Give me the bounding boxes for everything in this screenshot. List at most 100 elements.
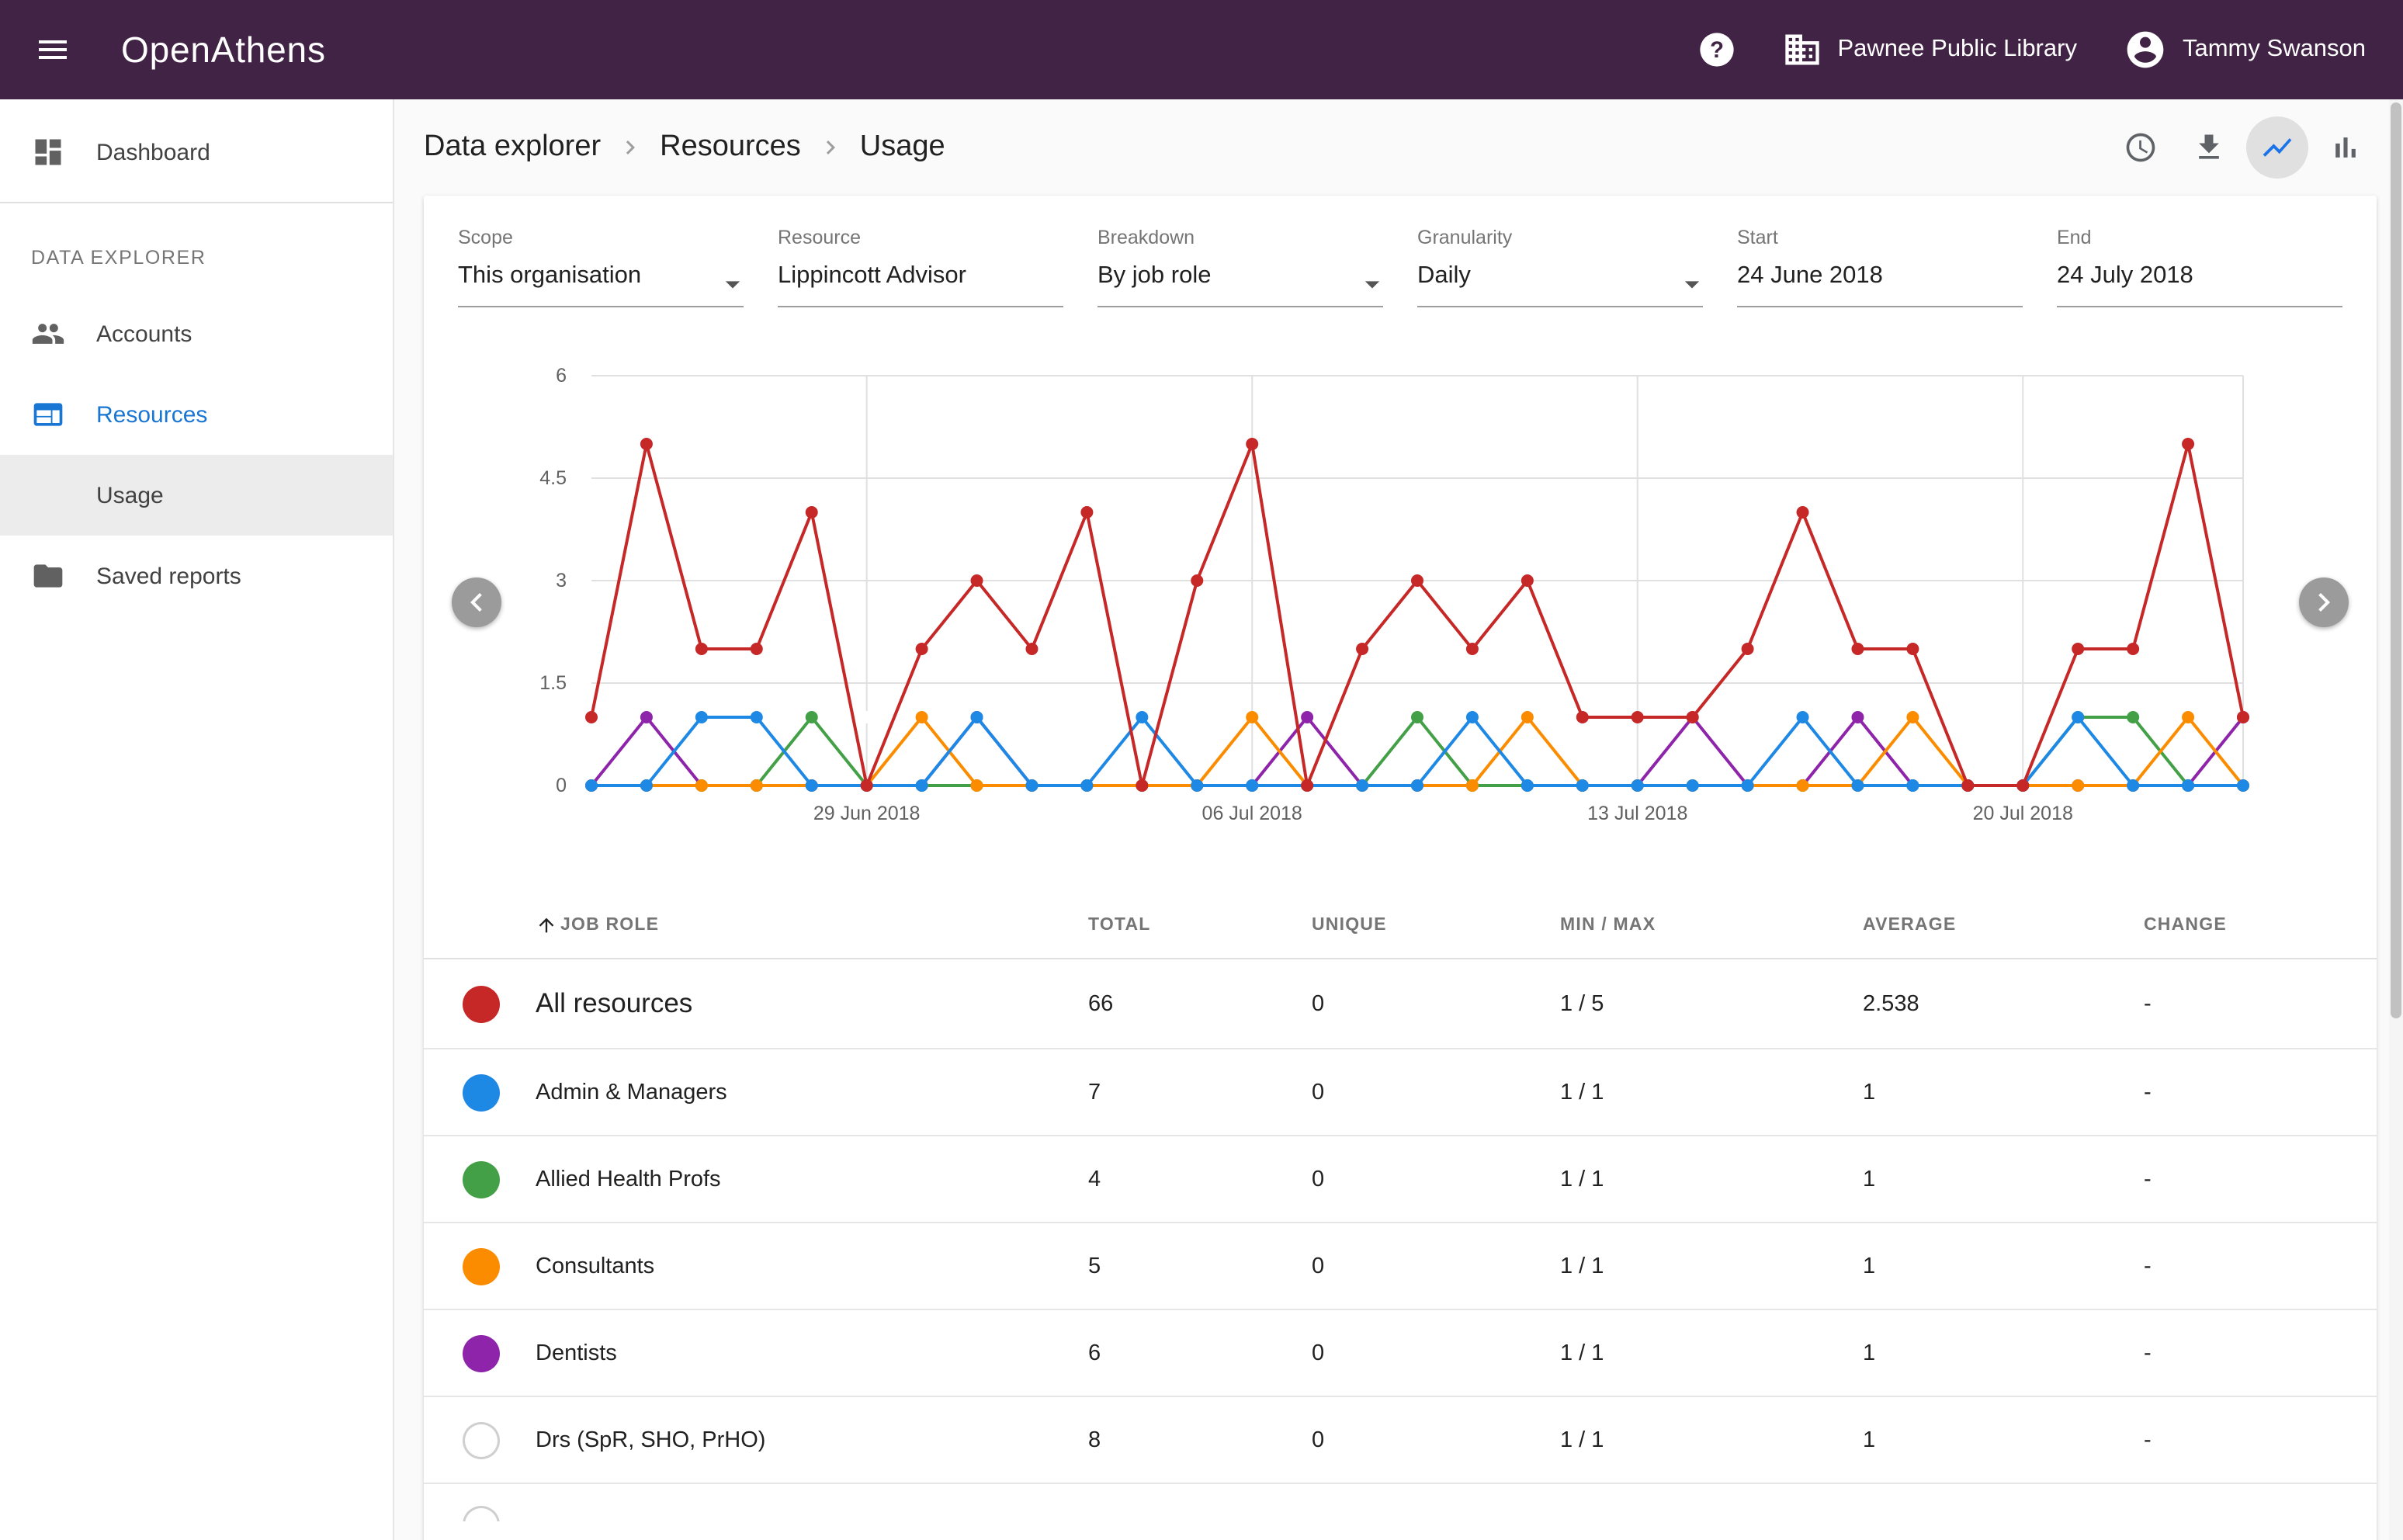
- sidebar-item-label: Resources: [96, 401, 207, 428]
- sidebar-item-dashboard[interactable]: Dashboard: [0, 112, 393, 192]
- breadcrumb: Data explorer Resources Usage: [424, 130, 945, 165]
- svg-text:06 Jul 2018: 06 Jul 2018: [1202, 803, 1302, 824]
- dropdown-arrow-icon: [1675, 267, 1709, 301]
- filter-value: This organisation: [458, 262, 744, 307]
- sidebar-item-resources[interactable]: Resources: [0, 374, 393, 455]
- svg-text:4.5: 4.5: [539, 467, 567, 489]
- chart-prev-button[interactable]: [452, 578, 501, 627]
- column-header-total[interactable]: TOTAL: [1088, 915, 1312, 934]
- svg-text:6: 6: [556, 365, 567, 387]
- chevron-right-icon: [2305, 584, 2342, 621]
- filter-label: Breakdown: [1097, 227, 1383, 248]
- row-unique: 0: [1312, 1254, 1560, 1278]
- table-row[interactable]: Drs (SpR, SHO, PrHO) 8 0 1 / 1 1 -: [424, 1397, 2377, 1484]
- row-name: Dentists: [536, 1341, 1088, 1365]
- filter-value: Lippincott Advisor: [778, 262, 1063, 307]
- usage-card: Scope This organisation Resource Lippinc…: [424, 196, 2377, 1540]
- row-minmax: 1 / 1: [1560, 1427, 1863, 1452]
- avatar-icon: [2124, 28, 2167, 71]
- help-button[interactable]: ?: [1683, 16, 1751, 84]
- chevron-left-icon: [458, 584, 495, 621]
- history-button[interactable]: [2110, 116, 2172, 179]
- filter-value: 24 June 2018: [1737, 262, 2023, 307]
- table-row[interactable]: Dentists 6 0 1 / 1 1 -: [424, 1310, 2377, 1397]
- table-row[interactable]: Consultants 5 0 1 / 1 1 -: [424, 1223, 2377, 1310]
- filter-bar: Scope This organisation Resource Lippinc…: [424, 196, 2377, 314]
- main-content: Data explorer Resources Usage: [394, 99, 2403, 1540]
- row-unique: 0: [1312, 1167, 1560, 1191]
- chart-next-button[interactable]: [2299, 578, 2349, 627]
- row-minmax: 1 / 1: [1560, 1254, 1863, 1278]
- scope-select[interactable]: Scope This organisation: [458, 227, 744, 307]
- column-header-unique[interactable]: UNIQUE: [1312, 915, 1560, 934]
- filter-label: End: [2057, 227, 2342, 248]
- end-date-field[interactable]: End 24 July 2018: [2057, 227, 2342, 307]
- series-swatch: [463, 1247, 500, 1285]
- column-header-average[interactable]: AVERAGE: [1863, 915, 2144, 934]
- table-row[interactable]: All resources 66 0 1 / 5 2.538 -: [424, 959, 2377, 1049]
- accounts-icon: [31, 317, 65, 351]
- sidebar-item-label: Dashboard: [96, 139, 210, 165]
- chart-area: 01.534.5629 Jun 201806 Jul 201813 Jul 20…: [424, 351, 2377, 851]
- row-total: 66: [1088, 991, 1312, 1016]
- sidebar: Dashboard DATA EXPLORER Accounts Resourc…: [0, 99, 394, 1540]
- row-unique: 0: [1312, 1341, 1560, 1365]
- series-swatch: [463, 1421, 500, 1458]
- row-average: 1: [1863, 1341, 2144, 1365]
- breakdown-select[interactable]: Breakdown By job role: [1097, 227, 1383, 307]
- filter-label: Scope: [458, 227, 744, 248]
- help-icon: ?: [1697, 29, 1737, 70]
- row-change: -: [2144, 991, 2377, 1016]
- user-name: Tammy Swanson: [2183, 36, 2366, 64]
- series-swatch: [463, 1160, 500, 1198]
- row-unique: 0: [1312, 991, 1560, 1016]
- breadcrumb-data-explorer[interactable]: Data explorer: [424, 130, 601, 165]
- row-average: 1: [1863, 1254, 2144, 1278]
- table-row[interactable]: Admin & Managers 7 0 1 / 1 1 -: [424, 1049, 2377, 1136]
- bar-chart-view-button[interactable]: [2315, 116, 2377, 179]
- sidebar-item-accounts[interactable]: Accounts: [0, 293, 393, 374]
- row-change: -: [2144, 1341, 2377, 1365]
- resource-field[interactable]: Resource Lippincott Advisor: [778, 227, 1063, 307]
- filter-value: Daily: [1417, 262, 1703, 307]
- page-scrollbar[interactable]: [2389, 99, 2403, 1540]
- row-total: 6: [1088, 1341, 1312, 1365]
- dropdown-arrow-icon: [716, 267, 750, 301]
- download-button[interactable]: [2178, 116, 2240, 179]
- sidebar-item-saved-reports[interactable]: Saved reports: [0, 536, 393, 616]
- series-swatch: [463, 1334, 500, 1372]
- breadcrumb-row: Data explorer Resources Usage: [424, 99, 2377, 196]
- chevron-right-icon: [616, 134, 644, 161]
- sidebar-item-usage[interactable]: Usage: [0, 455, 393, 536]
- column-header-minmax[interactable]: MIN / MAX: [1560, 915, 1863, 934]
- row-total: 4: [1088, 1167, 1312, 1191]
- filter-value: 24 July 2018: [2057, 262, 2342, 307]
- org-selector[interactable]: Pawnee Public Library: [1767, 20, 2093, 79]
- sidebar-divider: [0, 202, 393, 203]
- topbar: OpenAthens ? Pawnee Public Library Tammy…: [0, 0, 2403, 99]
- row-name: Consultants: [536, 1254, 1088, 1278]
- row-name: Allied Health Profs: [536, 1167, 1088, 1191]
- granularity-select[interactable]: Granularity Daily: [1417, 227, 1703, 307]
- row-name: Admin & Managers: [536, 1080, 1088, 1105]
- user-menu[interactable]: Tammy Swanson: [2108, 19, 2381, 81]
- filter-value: By job role: [1097, 262, 1383, 307]
- series-swatch: [463, 1073, 500, 1111]
- row-change: -: [2144, 1167, 2377, 1191]
- start-date-field[interactable]: Start 24 June 2018: [1737, 227, 2023, 307]
- breadcrumb-resources[interactable]: Resources: [660, 130, 801, 165]
- table-row[interactable]: Allied Health Profs 4 0 1 / 1 1 -: [424, 1136, 2377, 1223]
- line-chart-view-button[interactable]: [2246, 116, 2308, 179]
- table-row-partial[interactable]: [424, 1484, 2377, 1521]
- filter-label: Start: [1737, 227, 2023, 248]
- column-header-job-role[interactable]: JOB ROLE: [536, 914, 1088, 935]
- breadcrumb-usage: Usage: [860, 130, 945, 165]
- menu-button[interactable]: [19, 16, 87, 84]
- dashboard-icon: [31, 135, 65, 169]
- resources-icon: [31, 397, 65, 432]
- row-name: All resources: [536, 987, 1088, 1020]
- svg-text:29 Jun 2018: 29 Jun 2018: [813, 803, 921, 824]
- column-header-change[interactable]: CHANGE: [2144, 915, 2377, 934]
- scrollbar-thumb[interactable]: [2391, 102, 2401, 1018]
- download-icon: [2192, 130, 2226, 165]
